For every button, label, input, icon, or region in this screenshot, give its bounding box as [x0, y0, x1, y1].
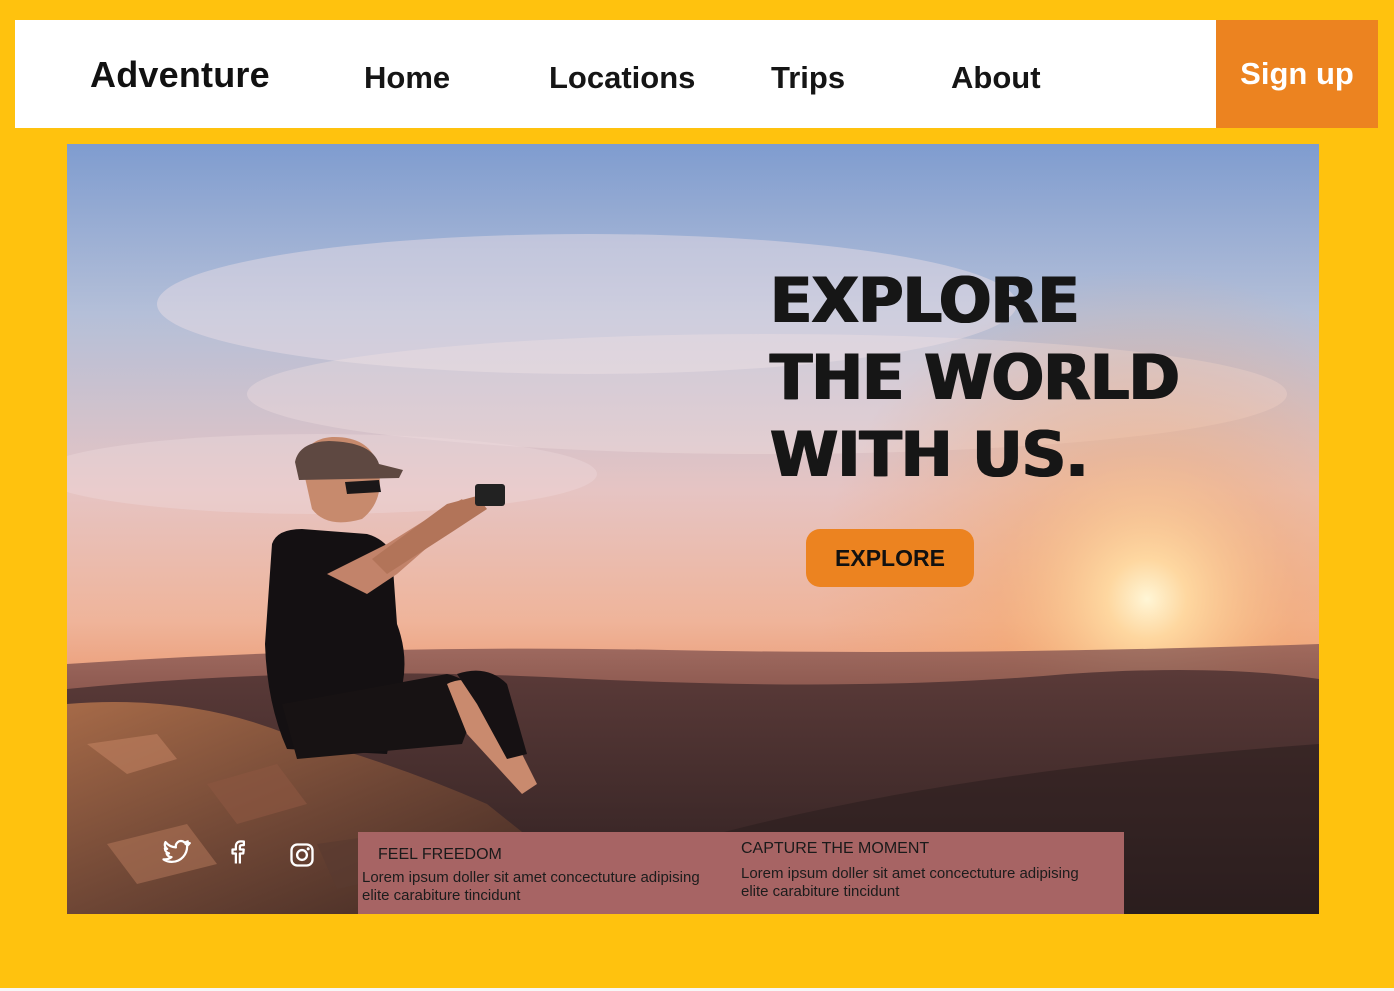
feature-text-capture: Lorem ipsum doller sit amet concectuture…: [741, 865, 1079, 900]
twitter-icon[interactable]: [161, 836, 191, 866]
headline-line-3: WITH US.: [770, 418, 1089, 491]
nav-link-locations[interactable]: Locations: [549, 60, 695, 96]
brand-logo[interactable]: Adventure: [90, 54, 270, 96]
hero-headline: EXPLORE THE WORLD WITH US.: [770, 262, 1180, 493]
feature-text-freedom: Lorem ipsum doller sit amet concectuture…: [362, 869, 700, 904]
nav-link-trips[interactable]: Trips: [771, 60, 845, 96]
signup-button[interactable]: Sign up: [1216, 20, 1378, 128]
navbar: Adventure Home Locations Trips About: [15, 20, 1216, 128]
explore-button[interactable]: EXPLORE: [806, 529, 974, 587]
headline-line-1: EXPLORE: [770, 264, 1080, 337]
nav-link-about[interactable]: About: [951, 60, 1041, 96]
instagram-icon[interactable]: [288, 841, 318, 871]
landing-page: Adventure Home Locations Trips About Sig…: [0, 0, 1394, 991]
facebook-icon[interactable]: [223, 836, 253, 866]
headline-line-2: THE WORLD: [770, 341, 1180, 414]
features-panel: FEEL FREEDOM Lorem ipsum doller sit amet…: [358, 832, 1124, 914]
hero-image: [67, 144, 1319, 914]
feature-title-freedom: FEEL FREEDOM: [378, 846, 502, 863]
nav-link-home[interactable]: Home: [364, 60, 450, 96]
hero-section: EXPLORE THE WORLD WITH US. EXPLORE FEEL …: [67, 144, 1319, 914]
feature-title-capture: CAPTURE THE MOMENT: [741, 840, 930, 857]
